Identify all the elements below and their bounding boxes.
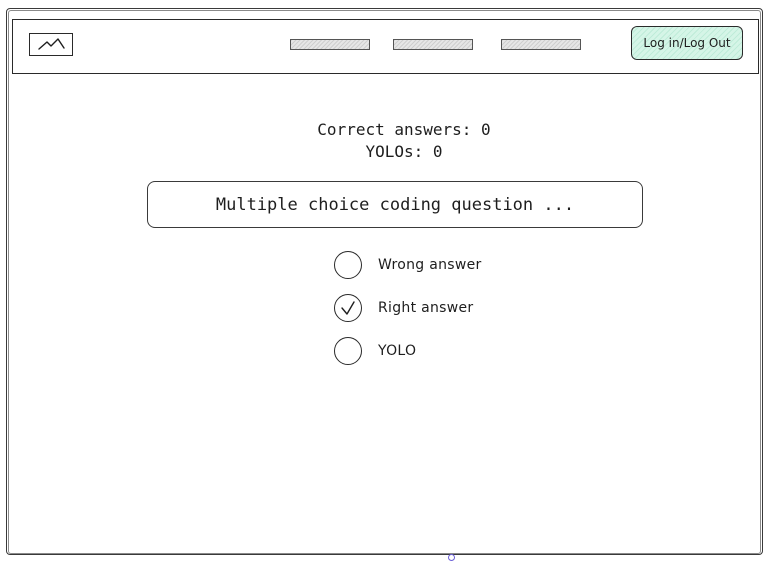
question-text: Multiple choice coding question ... [215, 194, 575, 215]
correct-answers-counter: Correct answers: 0 [317, 120, 491, 139]
yolos-counter: YOLOs: 0 [365, 142, 443, 161]
radio-checked-icon[interactable] [334, 294, 362, 322]
login-logout-button[interactable]: Log in/Log Out [631, 26, 743, 60]
option-label: Right answer [378, 300, 474, 316]
option-wrong-answer[interactable]: Wrong answer [334, 250, 482, 280]
radio-unchecked-icon[interactable] [334, 337, 362, 365]
option-label: Wrong answer [378, 257, 482, 273]
radio-unchecked-icon[interactable] [334, 251, 362, 279]
option-yolo[interactable]: YOLO [334, 336, 416, 366]
logo-image-icon[interactable] [29, 33, 73, 56]
option-right-answer[interactable]: Right answer [334, 293, 473, 323]
question-box: Multiple choice coding question ... [147, 181, 643, 228]
nav-link-3[interactable] [501, 39, 581, 50]
nav-link-2[interactable] [393, 39, 473, 50]
window-frame-shadow [8, 10, 761, 554]
nav-link-1[interactable] [290, 39, 370, 50]
option-label: YOLO [378, 343, 417, 359]
